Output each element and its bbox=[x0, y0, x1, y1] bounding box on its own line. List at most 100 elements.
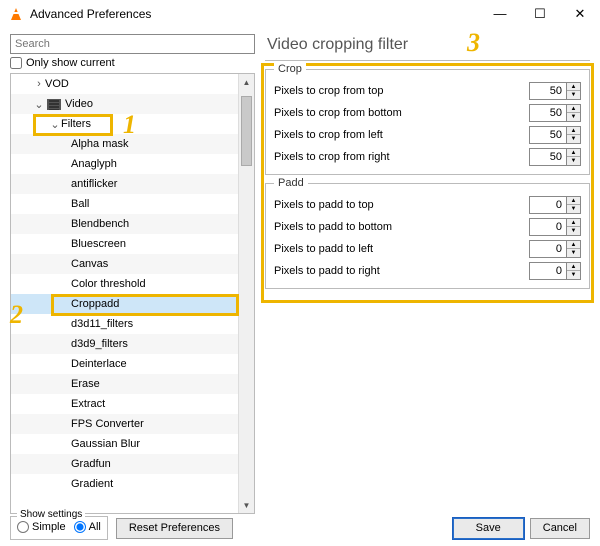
spin-up-icon[interactable]: ▲ bbox=[567, 197, 580, 205]
scroll-thumb[interactable] bbox=[241, 96, 252, 166]
radio-all[interactable]: All bbox=[74, 521, 101, 533]
field-label: Pixels to padd to top bbox=[274, 199, 529, 211]
twist-icon[interactable]: › bbox=[33, 78, 45, 90]
spin-up-icon[interactable]: ▲ bbox=[567, 127, 580, 135]
scroll-down-icon[interactable]: ▼ bbox=[239, 497, 254, 513]
tree-item-label: Color threshold bbox=[71, 278, 146, 290]
window-title: Advanced Preferences bbox=[30, 7, 151, 21]
padd-spinner-3[interactable]: ▲▼ bbox=[529, 262, 581, 280]
tree-scrollbar[interactable]: ▲ ▼ bbox=[238, 74, 254, 513]
tree-item-label: VOD bbox=[45, 78, 69, 90]
spin-down-icon[interactable]: ▼ bbox=[567, 157, 580, 165]
crop-field-2: Pixels to crop from left▲▼ bbox=[274, 124, 581, 146]
tree-item-gradient[interactable]: Gradient bbox=[11, 474, 238, 494]
crop-spinner-2[interactable]: ▲▼ bbox=[529, 126, 581, 144]
twist-icon[interactable]: ⌄ bbox=[49, 118, 61, 131]
preferences-tree[interactable]: ›VOD⌄Video⌄FiltersAlpha maskAnaglyphanti… bbox=[11, 74, 238, 513]
cancel-button[interactable]: Cancel bbox=[530, 518, 590, 539]
only-show-current-checkbox[interactable] bbox=[10, 57, 22, 69]
spin-down-icon[interactable]: ▼ bbox=[567, 227, 580, 235]
tree-item-gradfun[interactable]: Gradfun bbox=[11, 454, 238, 474]
save-button[interactable]: Save bbox=[453, 518, 524, 539]
tree-item-fps-converter[interactable]: FPS Converter bbox=[11, 414, 238, 434]
tree-item-extract[interactable]: Extract bbox=[11, 394, 238, 414]
spinner-input[interactable] bbox=[530, 149, 566, 165]
crop-legend: Crop bbox=[274, 63, 306, 75]
tree-item-vod[interactable]: ›VOD bbox=[11, 74, 238, 94]
padd-spinner-0[interactable]: ▲▼ bbox=[529, 196, 581, 214]
show-settings-group: Show settings Simple All bbox=[10, 516, 108, 540]
spinner-input[interactable] bbox=[530, 83, 566, 99]
spinner-input[interactable] bbox=[530, 105, 566, 121]
tree-item-erase[interactable]: Erase bbox=[11, 374, 238, 394]
search-input[interactable] bbox=[10, 34, 255, 54]
tree-item-color-threshold[interactable]: Color threshold bbox=[11, 274, 238, 294]
crop-spinner-3[interactable]: ▲▼ bbox=[529, 148, 581, 166]
spin-up-icon[interactable]: ▲ bbox=[567, 219, 580, 227]
crop-spinner-0[interactable]: ▲▼ bbox=[529, 82, 581, 100]
spin-down-icon[interactable]: ▼ bbox=[567, 249, 580, 257]
spin-down-icon[interactable]: ▼ bbox=[567, 91, 580, 99]
spin-up-icon[interactable]: ▲ bbox=[567, 263, 580, 271]
field-label: Pixels to crop from right bbox=[274, 151, 529, 163]
tree-item-deinterlace[interactable]: Deinterlace bbox=[11, 354, 238, 374]
radio-simple[interactable]: Simple bbox=[17, 521, 66, 533]
tree-item-video[interactable]: ⌄ Video bbox=[11, 94, 238, 114]
spin-up-icon[interactable]: ▲ bbox=[567, 105, 580, 113]
spin-down-icon[interactable]: ▼ bbox=[567, 205, 580, 213]
tree-item-label: Erase bbox=[71, 378, 100, 390]
spinner-input[interactable] bbox=[530, 127, 566, 143]
close-button[interactable]: ✕ bbox=[560, 0, 600, 28]
spin-up-icon[interactable]: ▲ bbox=[567, 241, 580, 249]
spinner-input[interactable] bbox=[530, 219, 566, 235]
tree-item-label: Video bbox=[65, 98, 93, 110]
spin-up-icon[interactable]: ▲ bbox=[567, 149, 580, 157]
spinner-input[interactable] bbox=[530, 241, 566, 257]
spinner-input[interactable] bbox=[530, 263, 566, 279]
tree-item-d3d11-filters[interactable]: d3d11_filters bbox=[11, 314, 238, 334]
tree-item-ball[interactable]: Ball bbox=[11, 194, 238, 214]
tree-item-blendbench[interactable]: Blendbench bbox=[11, 214, 238, 234]
tree-item-label: Ball bbox=[71, 198, 89, 210]
tree-item-d3d9-filters[interactable]: d3d9_filters bbox=[11, 334, 238, 354]
field-label: Pixels to padd to bottom bbox=[274, 221, 529, 233]
tree-item-alpha-mask[interactable]: Alpha mask bbox=[11, 134, 238, 154]
maximize-button[interactable]: ☐ bbox=[520, 0, 560, 28]
tree-item-gaussian-blur[interactable]: Gaussian Blur bbox=[11, 434, 238, 454]
spin-down-icon[interactable]: ▼ bbox=[567, 271, 580, 279]
only-show-current[interactable]: Only show current bbox=[10, 57, 255, 69]
tree-item-label: Filters bbox=[61, 118, 91, 130]
tree-item-label: Alpha mask bbox=[71, 138, 128, 150]
tree-item-bluescreen[interactable]: Bluescreen bbox=[11, 234, 238, 254]
content: Only show current ›VOD⌄Video⌄FiltersAlph… bbox=[0, 28, 600, 514]
twist-icon[interactable]: ⌄ bbox=[33, 98, 45, 111]
tree-item-label: Anaglyph bbox=[71, 158, 117, 170]
tree-item-label: Deinterlace bbox=[71, 358, 127, 370]
crop-spinner-1[interactable]: ▲▼ bbox=[529, 104, 581, 122]
padd-field-0: Pixels to padd to top▲▼ bbox=[274, 194, 581, 216]
spin-down-icon[interactable]: ▼ bbox=[567, 135, 580, 143]
padd-spinner-1[interactable]: ▲▼ bbox=[529, 218, 581, 236]
tree-item-antiflicker[interactable]: antiflicker bbox=[11, 174, 238, 194]
tree-item-label: FPS Converter bbox=[71, 418, 144, 430]
reset-preferences-button[interactable]: Reset Preferences bbox=[116, 518, 233, 539]
padd-field-3: Pixels to padd to right▲▼ bbox=[274, 260, 581, 282]
tree-item-label: antiflicker bbox=[71, 178, 117, 190]
scroll-up-icon[interactable]: ▲ bbox=[239, 74, 254, 90]
minimize-button[interactable]: — bbox=[480, 0, 520, 28]
footer: Show settings Simple All Reset Preferenc… bbox=[0, 514, 600, 546]
tree-panel: ›VOD⌄Video⌄FiltersAlpha maskAnaglyphanti… bbox=[10, 73, 255, 514]
padd-spinner-2[interactable]: ▲▼ bbox=[529, 240, 581, 258]
spinner-input[interactable] bbox=[530, 197, 566, 213]
crop-group: Crop Pixels to crop from top▲▼Pixels to … bbox=[265, 69, 590, 175]
tree-item-canvas[interactable]: Canvas bbox=[11, 254, 238, 274]
spin-down-icon[interactable]: ▼ bbox=[567, 113, 580, 121]
spin-up-icon[interactable]: ▲ bbox=[567, 83, 580, 91]
tree-item-filters[interactable]: ⌄Filters bbox=[11, 114, 238, 134]
field-label: Pixels to padd to left bbox=[274, 243, 529, 255]
tree-item-anaglyph[interactable]: Anaglyph bbox=[11, 154, 238, 174]
left-column: Only show current ›VOD⌄Video⌄FiltersAlph… bbox=[10, 34, 255, 514]
padd-group: Padd Pixels to padd to top▲▼Pixels to pa… bbox=[265, 183, 590, 289]
tree-item-croppadd[interactable]: Croppadd bbox=[11, 294, 238, 314]
scroll-track[interactable] bbox=[239, 90, 254, 497]
